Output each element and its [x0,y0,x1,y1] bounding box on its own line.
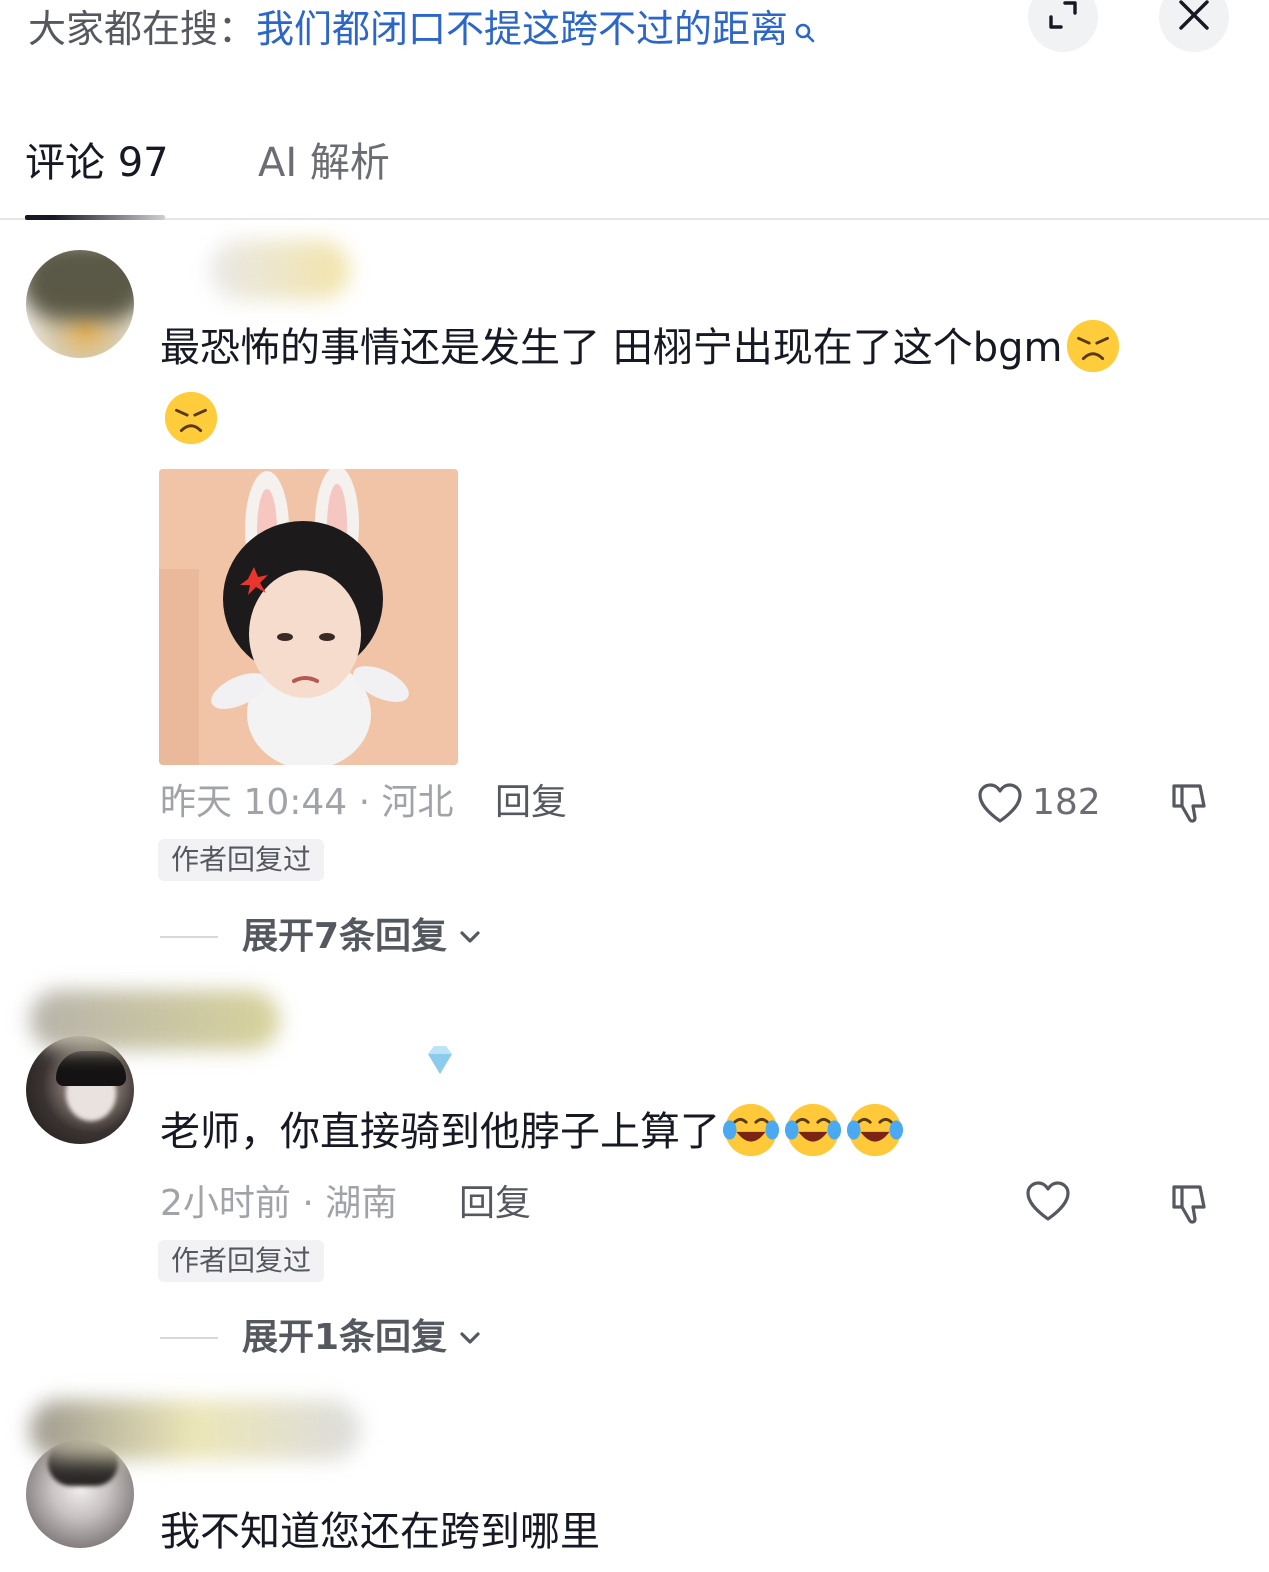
avatar[interactable] [26,250,134,358]
username[interactable] [30,1400,360,1460]
dislike-button[interactable] [1168,780,1214,826]
comment-text: 我不知道您还在跨到哪里 [160,1496,1230,1568]
dislike-button[interactable] [1168,1181,1214,1227]
comment-text-content: 最恐怖的事情还是发生了 田栩宁出现在了这个bgm [160,325,1063,371]
author-replied-badge: 作者回复过 [158,1240,325,1282]
angry-face-icon [162,389,220,447]
comment-text: 老师，你直接骑到他脖子上算了 [160,1096,1230,1168]
expand-replies-button[interactable]: 展开1条回复 [160,1313,483,1363]
heart-icon [1026,1181,1070,1221]
trending-search-prefix: 大家都在搜： [28,7,257,51]
comment-text-content: 我不知道您还在跨到哪里 [160,1509,600,1555]
trending-search-hint[interactable]: 大家都在搜：我们都闭口不提这跨不过的距离 [28,4,816,54]
expand-button[interactable] [1028,0,1098,52]
like-button[interactable]: 182 [976,778,1101,828]
comment-text-content: 老师，你直接骑到他脖子上算了 [160,1109,720,1155]
diamond-badge-icon [420,1040,460,1084]
reply-button[interactable]: 回复 [495,778,567,828]
trending-search-query[interactable]: 我们都闭口不提这跨不过的距离 [256,7,788,51]
expand-replies-label: 展开1条回复 [242,1317,448,1358]
chevron-down-icon [460,931,480,943]
laughing-crying-face-icon [784,1101,842,1159]
divider [160,936,218,938]
laughing-crying-face-icon [722,1101,780,1159]
angry-face-icon [1064,317,1122,375]
expand-replies-button[interactable]: 展开7条回复 [160,912,483,962]
chevron-down-icon [460,1332,480,1344]
tab-comments[interactable]: 评论 97 [25,135,169,191]
active-tab-indicator [25,215,165,220]
comment-meta: 昨天 10:44 · 河北 [160,782,454,823]
tab-ai-analysis[interactable]: AI 解析 [258,135,390,191]
thumbs-down-icon [1172,1185,1206,1224]
author-replied-badge: 作者回复过 [158,839,325,881]
heart-icon [978,783,1022,823]
username[interactable] [210,240,350,300]
like-button[interactable] [1024,1179,1080,1223]
divider [160,1337,218,1339]
avatar[interactable] [26,1036,134,1144]
comment-text: 最恐怖的事情还是发生了 田栩宁出现在了这个bgm [160,312,1230,456]
search-icon[interactable] [794,6,816,43]
reply-button[interactable]: 回复 [459,1179,531,1229]
laughing-crying-face-icon [846,1101,904,1159]
expand-icon [1043,0,1083,39]
comment-tabs: 评论 97 AI 解析 [0,120,1269,220]
like-count: 182 [1032,782,1101,823]
username[interactable] [30,990,280,1050]
close-icon [1174,0,1214,39]
comment-image[interactable] [159,469,458,765]
expand-replies-label: 展开7条回复 [242,916,448,957]
thumbs-down-icon [1172,784,1206,823]
close-button[interactable] [1159,0,1229,52]
comment-meta: 2小时前 · 湖南 [160,1183,398,1224]
top-bar: 大家都在搜：我们都闭口不提这跨不过的距离 [0,0,1269,90]
